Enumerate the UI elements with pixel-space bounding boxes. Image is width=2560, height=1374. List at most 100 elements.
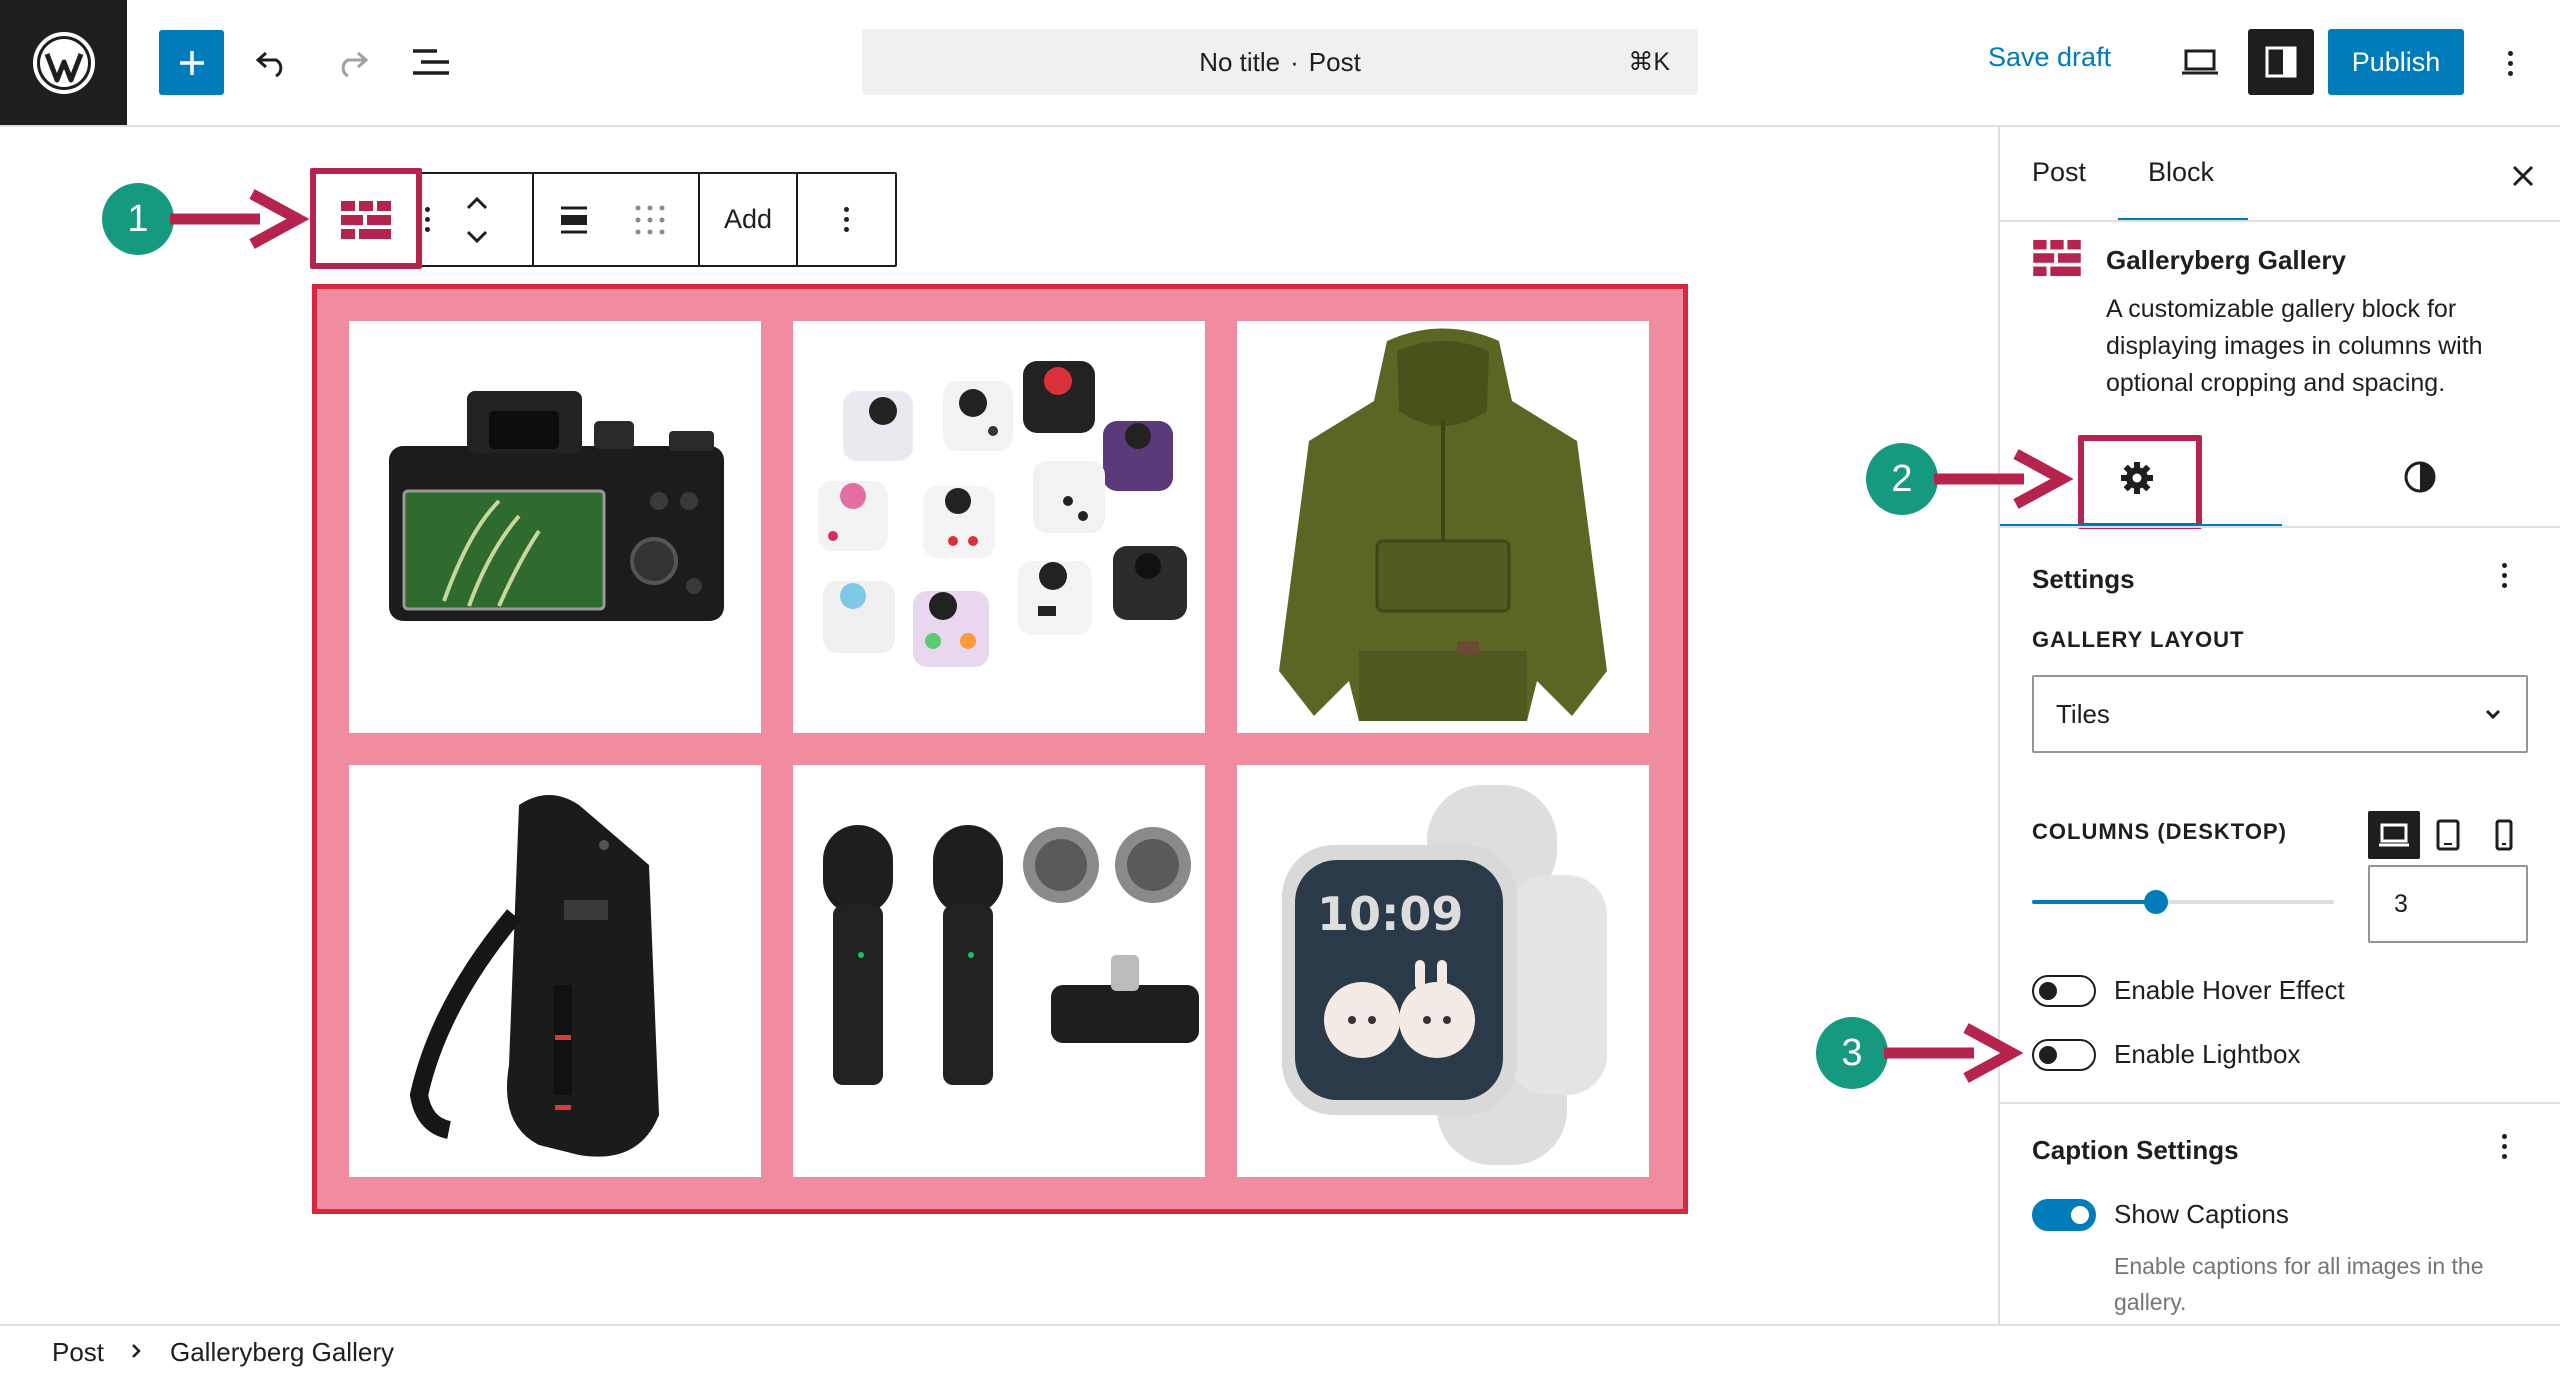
columns-slider-fill: [2032, 900, 2156, 904]
divider: [2000, 526, 2560, 528]
add-image-button[interactable]: Add: [700, 174, 796, 265]
annotation-arrow-1: [170, 189, 310, 249]
gallery-image-hoodie[interactable]: [1237, 321, 1649, 733]
hover-effect-toggle[interactable]: [2032, 975, 2096, 1007]
more-vertical-icon: [844, 207, 849, 232]
camera-image: [389, 391, 724, 621]
smartwatch-image: 10:09: [1282, 785, 1607, 1165]
sidebar-toggle-icon: [2265, 46, 2297, 78]
gallery-image-fidget-cubes[interactable]: [793, 321, 1205, 733]
divider: [2000, 1102, 2560, 1104]
close-icon: [2512, 165, 2534, 187]
annotation-arrow-2: [1934, 449, 2074, 509]
block-card-title: Galleryberg Gallery: [2106, 245, 2346, 275]
block-card-description: A customizable gallery block for display…: [2106, 295, 2483, 397]
gallery-layout-label: GALLERY LAYOUT: [2032, 627, 2245, 652]
grid-button[interactable]: [612, 174, 688, 265]
undo-button[interactable]: [250, 40, 294, 84]
add-block-button[interactable]: [159, 30, 224, 95]
undo-icon: [255, 51, 283, 77]
gallery-block[interactable]: 10:09: [312, 284, 1688, 1214]
annotation-badge-1: 1: [102, 183, 174, 255]
tab-post[interactable]: Post: [2032, 157, 2086, 188]
tab-block[interactable]: Block: [2148, 157, 2214, 188]
document-title-bar[interactable]: No title · Post ⌘K: [862, 29, 1698, 95]
editor-header: No title · Post ⌘K Save draft Publish: [0, 0, 2560, 127]
highlight-block-icon: [310, 168, 422, 269]
chevron-down-icon: [2485, 709, 2501, 720]
doc-title-separator: ·: [1290, 46, 1299, 77]
annotation-arrow-3: [1884, 1023, 2024, 1083]
hover-effect-label: Enable Hover Effect: [2114, 975, 2345, 1005]
chevron-right-icon: [132, 1344, 141, 1358]
caption-panel-menu[interactable]: [2502, 1134, 2507, 1159]
show-captions-label: Show Captions: [2114, 1199, 2289, 1229]
microphones-image: [823, 825, 1199, 1085]
doc-type: Post: [1308, 46, 1361, 77]
toolbar-divider: [532, 174, 534, 265]
align-button[interactable]: [536, 174, 612, 265]
gallery-layout-value: Tiles: [2056, 698, 2110, 729]
settings-sidebar: Post Block Galleryberg Gallery A customi…: [1998, 127, 2560, 1324]
save-draft-button[interactable]: Save draft: [1988, 42, 2111, 73]
sling-bag-image: [409, 795, 659, 1157]
move-up-icon[interactable]: [466, 196, 488, 209]
breadcrumb-gallery: Galleryberg Gallery: [170, 1337, 394, 1367]
settings-toggle-button[interactable]: [2248, 29, 2314, 95]
tablet-icon: [2436, 819, 2460, 851]
lightbox-toggle[interactable]: [2032, 1039, 2096, 1071]
columns-number-input[interactable]: 3: [2368, 865, 2528, 943]
fidget-cubes-image: [818, 361, 1187, 667]
settings-panel-menu[interactable]: [2502, 563, 2507, 588]
settings-panel-title: Settings: [2032, 564, 2135, 594]
wordpress-logo[interactable]: [0, 0, 127, 125]
show-captions-help: Enable captions for all images in the ga…: [2114, 1253, 2484, 1315]
redo-icon: [341, 51, 369, 77]
annotation-badge-2: 2: [1866, 443, 1938, 515]
plus-icon: [179, 50, 204, 75]
device-tablet-button[interactable]: [2422, 811, 2474, 859]
doc-title: No title: [1199, 46, 1281, 77]
move-down-icon[interactable]: [466, 230, 488, 243]
drag-handle-icon: [424, 207, 430, 232]
gallery-image-microphones[interactable]: [793, 765, 1205, 1177]
highlight-settings-tab: [2078, 435, 2202, 529]
move-buttons[interactable]: [438, 174, 516, 265]
command-shortcut: ⌘K: [1628, 48, 1670, 76]
divider: [2000, 220, 2560, 222]
annotation-badge-3: 3: [1816, 1017, 1888, 1089]
desktop-icon: [2379, 823, 2409, 847]
hoodie-image: [1279, 328, 1607, 721]
gallery-block-icon: [2033, 239, 2081, 277]
columns-label: COLUMNS (DESKTOP): [2032, 819, 2287, 844]
list-view-button[interactable]: [408, 40, 454, 84]
svg-text:10:09: 10:09: [1317, 887, 1463, 941]
align-icon: [561, 206, 587, 233]
more-vertical-icon: [2507, 50, 2513, 76]
list-view-icon: [413, 49, 449, 75]
grid-dots-icon: [635, 205, 665, 234]
gallery-image-sling-bag[interactable]: [349, 765, 761, 1177]
lightbox-label: Enable Lightbox: [2114, 1039, 2301, 1069]
gallery-layout-select[interactable]: Tiles: [2032, 675, 2528, 753]
mobile-icon: [2495, 819, 2513, 851]
gallery-image-camera[interactable]: [349, 321, 761, 733]
redo-button[interactable]: [330, 40, 374, 84]
breadcrumb-post[interactable]: Post: [52, 1337, 104, 1368]
close-sidebar-button[interactable]: [2506, 159, 2540, 193]
caption-settings-title: Caption Settings: [2032, 1135, 2239, 1165]
contrast-icon: [2404, 461, 2436, 493]
block-card-icon: [2032, 239, 2082, 282]
options-button[interactable]: [2490, 40, 2530, 86]
styles-subtab[interactable]: [2400, 457, 2440, 497]
block-options-button[interactable]: [798, 174, 895, 265]
device-mobile-button[interactable]: [2478, 811, 2530, 859]
laptop-preview-icon: [2182, 49, 2218, 75]
show-captions-toggle[interactable]: [2032, 1199, 2096, 1231]
publish-button[interactable]: Publish: [2328, 29, 2464, 95]
block-breadcrumb: Post Galleryberg Gallery: [0, 1324, 2560, 1374]
gallery-image-smartwatch[interactable]: 10:09: [1237, 765, 1649, 1177]
preview-button[interactable]: [2176, 38, 2224, 86]
columns-slider-thumb[interactable]: [2144, 890, 2168, 914]
device-desktop-button[interactable]: [2368, 811, 2420, 859]
